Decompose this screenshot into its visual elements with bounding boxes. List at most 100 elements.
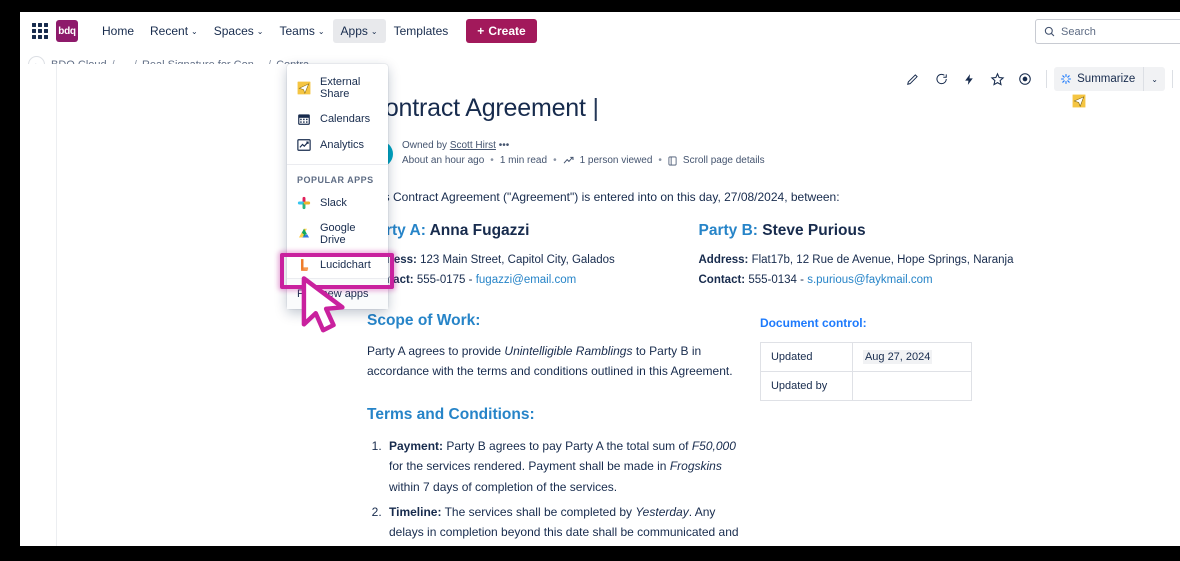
- nav-item-recent[interactable]: Recent ⌄: [142, 19, 206, 43]
- term-after: within 7 days of completion of the servi…: [389, 480, 618, 495]
- party-b-contact-label: Contact:: [698, 274, 746, 287]
- last-updated-text: About an hour ago: [402, 154, 485, 166]
- owner-name-link[interactable]: Scott Hirst: [450, 140, 496, 151]
- menu-item-lucidchart[interactable]: Lucidchart: [287, 252, 388, 278]
- meta-separator: •: [490, 154, 494, 166]
- party-a-email-link[interactable]: fugazzi@email.com: [476, 274, 577, 286]
- menu-item-calendars[interactable]: Calendars: [287, 106, 388, 132]
- document-page: Contract Agreement | SH Owned by Scott H…: [57, 64, 1180, 546]
- term-label: Payment:: [389, 438, 444, 453]
- star-icon[interactable]: [986, 68, 1008, 90]
- party-a-name: Anna Fugazzi: [429, 222, 530, 239]
- create-button-label: Create: [488, 24, 526, 38]
- paper-plane-icon[interactable]: [1072, 94, 1086, 108]
- app-switcher-grid-icon[interactable]: [32, 23, 48, 39]
- browser-window: bdq Home Recent ⌄ Spaces ⌄ Teams ⌄ Apps …: [20, 12, 1180, 546]
- document-meta: SH Owned by Scott Hirst ••• About an hou…: [367, 139, 1030, 168]
- list-item: Timeline: The services shall be complete…: [385, 502, 752, 546]
- term-label: Timeline:: [389, 504, 442, 519]
- search-input[interactable]: Search: [1035, 19, 1180, 44]
- summarize-button[interactable]: Summarize ⌄: [1054, 67, 1165, 91]
- party-b-email-link[interactable]: s.purious@faykmail.com: [807, 274, 932, 286]
- table-cell-key: Updated: [759, 342, 853, 373]
- menu-item-external-share[interactable]: External Share: [287, 70, 388, 106]
- owned-by-label: Owned by: [402, 140, 448, 151]
- nav-item-templates-label: Templates: [393, 24, 449, 38]
- bdq-logo[interactable]: bdq: [56, 20, 78, 42]
- meta-stats-row: About an hour ago • 1 min read • 1 perso…: [402, 154, 765, 169]
- viewers-count-text[interactable]: 1 person viewed: [580, 154, 653, 169]
- party-b-name: Steve Purious: [762, 222, 866, 239]
- chevron-down-icon: ⌄: [317, 27, 325, 36]
- read-time-text: 1 min read: [499, 154, 548, 166]
- table-cell-key: Updated by: [759, 371, 853, 402]
- nav-item-templates[interactable]: Templates: [386, 19, 457, 43]
- contact-dash: -: [800, 274, 804, 287]
- lucidchart-icon: [301, 259, 309, 271]
- menu-item-analytics-label: Analytics: [320, 139, 365, 151]
- terms-section: Terms and Conditions: Payment: Party B a…: [367, 406, 752, 546]
- party-b-heading: Party B: Steve Purious: [699, 222, 1031, 240]
- create-button[interactable]: + Create: [466, 19, 537, 43]
- table-row: Updated by: [759, 371, 972, 402]
- term-italic-1: Yesterday: [635, 504, 689, 519]
- top-navigation-bar: bdq Home Recent ⌄ Spaces ⌄ Teams ⌄ Apps …: [20, 12, 1180, 51]
- table-cell-value[interactable]: Aug 27, 2024: [851, 342, 972, 373]
- meta-separator: •: [553, 154, 557, 166]
- watch-eye-icon[interactable]: [1014, 68, 1036, 90]
- toolbar-divider: [1046, 70, 1048, 88]
- agreement-intro-paragraph: This Contract Agreement ("Agreement") is…: [367, 190, 840, 204]
- menu-item-analytics[interactable]: Analytics: [287, 132, 388, 158]
- summarize-dropdown-caret[interactable]: ⌄: [1143, 67, 1165, 91]
- text-cursor-caret: |: [592, 94, 600, 122]
- nav-item-teams[interactable]: Teams ⌄: [271, 19, 332, 43]
- term-before: The services shall be completed by: [441, 504, 636, 519]
- menu-item-google-drive[interactable]: Google Drive: [287, 216, 388, 252]
- term-italic-2: Frogskins: [669, 459, 722, 474]
- party-a-phone: 555-0175: [416, 274, 466, 287]
- page-title-text: Contract Agreement: [367, 94, 586, 122]
- nav-item-apps[interactable]: Apps ⌄: [332, 19, 386, 43]
- nav-item-teams-label: Teams: [279, 24, 315, 38]
- page-details-icon: [668, 156, 677, 166]
- term-before: Party B agrees to pay Party A the total …: [443, 438, 692, 453]
- nav-item-apps-label: Apps: [340, 24, 368, 38]
- menu-item-slack[interactable]: Slack: [287, 190, 388, 216]
- party-a-address-line: Address: 123 Main Street, Capitol City, …: [367, 250, 699, 270]
- meta-separator: •: [658, 154, 662, 166]
- party-a-contact-line: Contact: 555-0175 - fugazzi@email.com: [367, 270, 699, 290]
- scroll-page-details-link[interactable]: Scroll page details: [683, 154, 765, 169]
- list-item: Payment: Party B agrees to pay Party A t…: [385, 436, 752, 498]
- lightning-icon[interactable]: [958, 68, 980, 90]
- contact-dash: -: [468, 274, 473, 287]
- party-b-address-label: Address:: [698, 254, 749, 266]
- menu-divider: [287, 164, 388, 165]
- sidebar-rail: [20, 64, 57, 546]
- terms-list: Payment: Party B agrees to pay Party A t…: [385, 436, 752, 546]
- calendar-icon: [298, 114, 310, 125]
- party-b-address-value: Flat17b, 12 Rue de Avenue, Hope Springs,…: [751, 254, 1014, 266]
- nav-item-spaces[interactable]: Spaces ⌄: [206, 19, 272, 43]
- summarize-button-label: Summarize: [1077, 73, 1136, 85]
- party-a-address-value: 123 Main Street, Capitol City, Galados: [420, 254, 615, 266]
- more-options-icon[interactable]: •••: [499, 140, 510, 151]
- party-b-label: Party B:: [698, 222, 758, 239]
- slack-icon: [297, 196, 311, 210]
- table-cell-value[interactable]: [851, 371, 972, 402]
- nav-item-home[interactable]: Home: [94, 19, 142, 43]
- party-b-phone: 555-0134: [748, 274, 797, 287]
- chevron-down-icon: ⌄: [256, 27, 264, 36]
- owner-line: Owned by Scott Hirst •••: [402, 139, 765, 154]
- nav-item-home-label: Home: [102, 24, 135, 38]
- parties-section: Party A: Anna Fugazzi Address: 123 Main …: [367, 222, 1030, 290]
- search-placeholder-text: Search: [1061, 25, 1096, 38]
- apps-dropdown-menu: External Share Calendars Analytics POPUL…: [287, 64, 388, 309]
- menu-item-find-new-apps[interactable]: Find new apps: [287, 278, 388, 309]
- party-b-address-line: Address: Flat17b, 12 Rue de Avenue, Hope…: [699, 250, 1031, 270]
- pencil-icon[interactable]: [902, 68, 924, 90]
- sparkle-ai-icon: [1061, 73, 1072, 85]
- term-italic-1: F50,000: [691, 438, 736, 453]
- chevron-down-icon: ⌄: [191, 27, 198, 36]
- google-drive-icon: [299, 228, 310, 238]
- comment-icon[interactable]: [930, 68, 952, 90]
